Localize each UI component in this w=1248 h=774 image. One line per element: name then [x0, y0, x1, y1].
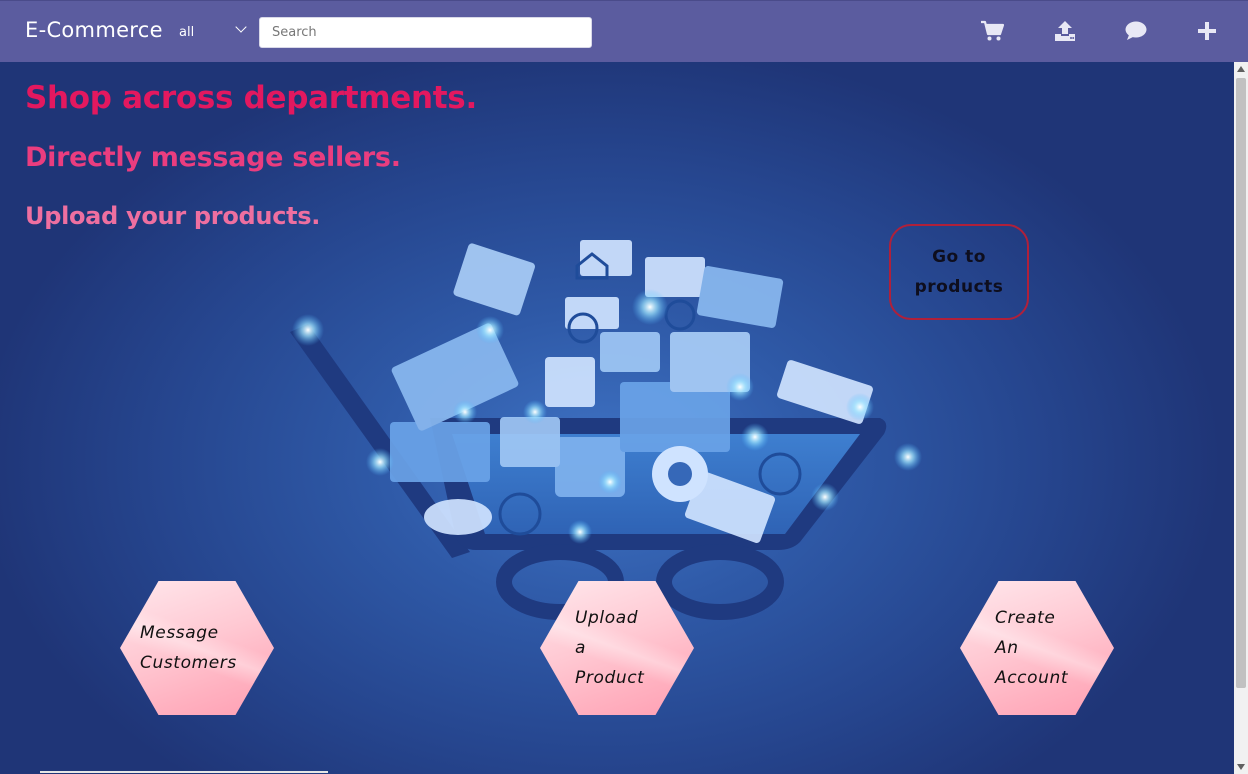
category-select[interactable]: all	[172, 19, 250, 45]
horizontal-scrollbar-hint	[40, 771, 328, 773]
create-account-button[interactable]: Create An Account	[960, 581, 1114, 715]
plus-icon[interactable]	[1194, 18, 1220, 44]
chevron-down-icon	[235, 21, 247, 33]
headline-shop: Shop across departments.	[25, 80, 477, 116]
upload-product-line3: Product	[575, 668, 645, 688]
category-select-value: all	[179, 25, 195, 40]
go-to-products-line1: Go to	[932, 247, 986, 267]
upload-product-line2: a	[575, 638, 587, 658]
hero-section: Shop across departments. Directly messag…	[0, 62, 1234, 774]
upload-product-line1: Upload	[575, 608, 639, 628]
search-input[interactable]	[270, 18, 584, 47]
create-account-line3: Account	[995, 668, 1069, 688]
go-to-products-label: Go to products	[904, 242, 1014, 302]
upload-product-button[interactable]: Upload a Product	[540, 581, 694, 715]
message-customers-button[interactable]: Message Customers	[120, 581, 274, 715]
upload-icon[interactable]	[1052, 18, 1078, 44]
create-account-label: Create An Account	[995, 581, 1125, 715]
search-box	[259, 17, 592, 48]
headline-upload: Upload your products.	[25, 202, 321, 230]
message-customers-label: Message Customers	[140, 581, 270, 715]
scroll-up-arrow-icon[interactable]	[1234, 62, 1248, 76]
create-account-line2: An	[995, 638, 1019, 658]
upload-product-label: Upload a Product	[575, 581, 705, 715]
message-customers-line1: Message	[140, 623, 219, 643]
scrollbar-thumb[interactable]	[1236, 78, 1246, 688]
navbar: E-Commerce all	[0, 0, 1248, 62]
create-account-line1: Create	[995, 608, 1056, 628]
brand-logo[interactable]: E-Commerce	[25, 18, 163, 42]
headline-message: Directly message sellers.	[25, 142, 401, 173]
scroll-down-arrow-icon[interactable]	[1234, 760, 1248, 774]
cart-icon[interactable]	[979, 18, 1005, 44]
message-icon[interactable]	[1123, 18, 1149, 44]
go-to-products-button[interactable]: Go to products	[889, 224, 1029, 320]
shopping-cart-illustration	[290, 240, 922, 620]
message-customers-line2: Customers	[140, 653, 237, 673]
go-to-products-line2: products	[914, 277, 1004, 297]
vertical-scrollbar[interactable]	[1234, 62, 1248, 774]
